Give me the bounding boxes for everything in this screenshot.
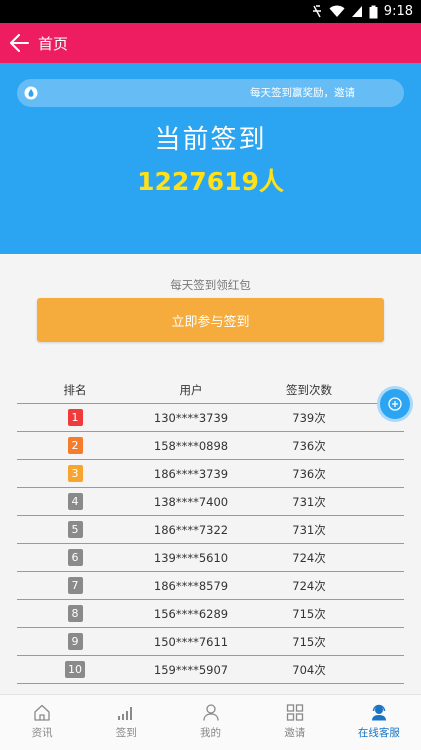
- count-cell: 736次: [292, 466, 326, 481]
- rank-badge: 1: [67, 409, 83, 426]
- table-row: 5 186****7322 731次: [17, 516, 404, 544]
- tab-label: 签到: [115, 727, 137, 739]
- app-header: 首页: [0, 23, 421, 63]
- plus-icon: [388, 397, 402, 411]
- user-cell: 186****3739: [153, 466, 229, 481]
- notice-bar[interactable]: 每天签到赢奖励，邀请: [17, 79, 404, 107]
- table-row: 2 158****0898 736次: [17, 432, 404, 460]
- status-time: 9:18: [383, 4, 413, 19]
- tab-mine[interactable]: 我的: [168, 695, 252, 750]
- user-cell: 186****7322: [153, 522, 229, 537]
- rank-badge: 8: [67, 605, 83, 622]
- tab-label: 在线客服: [357, 727, 400, 739]
- table-row: 9 150****7611 715次: [17, 628, 404, 656]
- wifi-icon: [329, 5, 345, 17]
- tab-news[interactable]: 资讯: [0, 695, 84, 750]
- count-cell: 724次: [292, 578, 326, 593]
- rank-badge: 6: [67, 549, 83, 566]
- drop-icon: [24, 86, 38, 100]
- rank-badge: 10: [65, 661, 85, 678]
- tab-label: 我的: [200, 727, 221, 739]
- table-row: 7 186****8579 724次: [17, 572, 404, 600]
- user-cell: 156****6289: [153, 606, 229, 621]
- tab-customer-service[interactable]: 在线客服: [337, 695, 421, 750]
- rank-badge: 3: [67, 465, 83, 482]
- rank-rows: 1 130****3739 739次 2 158****0898 736次 3 186****…: [17, 404, 404, 684]
- tab-checkin[interactable]: 签到: [84, 695, 168, 750]
- hero-banner: 每天签到赢奖励，邀请 当前签到 1227619人: [0, 63, 421, 254]
- status-bar: 9:18: [0, 0, 421, 23]
- table-row: 10 159****5907 704次: [17, 656, 404, 684]
- rank-cell: 9: [17, 633, 133, 650]
- tab-invite[interactable]: 邀请: [253, 695, 337, 750]
- rank-table: 排名 用户 签到次数 1 130****3739 739次 2 158****0898 7…: [17, 376, 404, 684]
- user-cell: 186****8579: [153, 578, 229, 593]
- rank-cell: 6: [17, 549, 133, 566]
- user-cell: 150****7611: [153, 634, 229, 649]
- page-title: 首页: [38, 34, 69, 53]
- user-cell: 139****5610: [153, 550, 229, 565]
- header-user: 用户: [179, 382, 203, 397]
- customer-service-icon: [371, 704, 386, 721]
- count-cell: 731次: [292, 494, 326, 509]
- count-cell: 704次: [292, 662, 326, 677]
- table-row: 8 156****6289 715次: [17, 600, 404, 628]
- user-cell: 159****5907: [153, 662, 229, 677]
- arrow-left-icon: [10, 34, 29, 52]
- table-row: 3 186****3739 736次: [17, 460, 404, 488]
- rank-badge: 7: [67, 577, 83, 594]
- rank-cell: 3: [17, 465, 133, 482]
- home-icon: [34, 704, 50, 721]
- notice-text: 每天签到赢奖励，邀请: [250, 87, 355, 99]
- table-row: 6 139****5610 724次: [17, 544, 404, 572]
- header-count: 签到次数: [286, 382, 332, 397]
- checkin-section: 每天签到领红包 立即参与签到 排名 用户 签到次数 1 130****3739 73…: [0, 254, 421, 694]
- header-rank: 排名: [63, 382, 87, 397]
- user-cell: 130****3739: [153, 410, 229, 425]
- daily-hint: 每天签到领红包: [170, 278, 251, 292]
- table-row: 1 130****3739 739次: [17, 404, 404, 432]
- user-cell: 138****7400: [153, 494, 229, 509]
- user-cell: 158****0898: [153, 438, 229, 453]
- grid-icon: [286, 704, 303, 721]
- count-cell: 739次: [292, 410, 326, 425]
- rank-badge: 9: [67, 633, 83, 650]
- rank-cell: 5: [17, 521, 133, 538]
- battery-icon: [369, 5, 378, 18]
- tab-label: 邀请: [284, 727, 306, 739]
- count-cell: 715次: [292, 606, 326, 621]
- rank-cell: 8: [17, 605, 133, 622]
- rank-cell: 7: [17, 577, 133, 594]
- count-cell: 724次: [292, 550, 326, 565]
- bar-chart-icon: [118, 707, 133, 720]
- count-cell: 715次: [292, 634, 326, 649]
- bottom-tab-bar: 资讯 签到 我的 邀请 在线客服: [0, 694, 421, 750]
- table-row: 4 138****7400 731次: [17, 488, 404, 516]
- table-header: 排名 用户 签到次数: [17, 376, 404, 404]
- floating-action-button[interactable]: [380, 389, 410, 419]
- rank-cell: 2: [17, 437, 133, 454]
- rank-cell: 10: [17, 661, 133, 678]
- tab-label: 资讯: [31, 727, 53, 739]
- vibrate-icon: [312, 5, 321, 18]
- join-checkin-button[interactable]: 立即参与签到: [37, 298, 384, 342]
- rank-badge: 5: [67, 521, 83, 538]
- rank-badge: 2: [67, 437, 83, 454]
- count-cell: 731次: [292, 522, 326, 537]
- rank-cell: 1: [17, 409, 133, 426]
- count-cell: 736次: [292, 438, 326, 453]
- rank-cell: 4: [17, 493, 133, 510]
- checkin-count: 1227619人: [137, 167, 284, 196]
- signal-icon: [351, 6, 362, 17]
- rank-badge: 4: [67, 493, 83, 510]
- checkin-title: 当前签到: [154, 125, 267, 155]
- back-button[interactable]: [2, 23, 36, 63]
- person-icon: [202, 704, 219, 721]
